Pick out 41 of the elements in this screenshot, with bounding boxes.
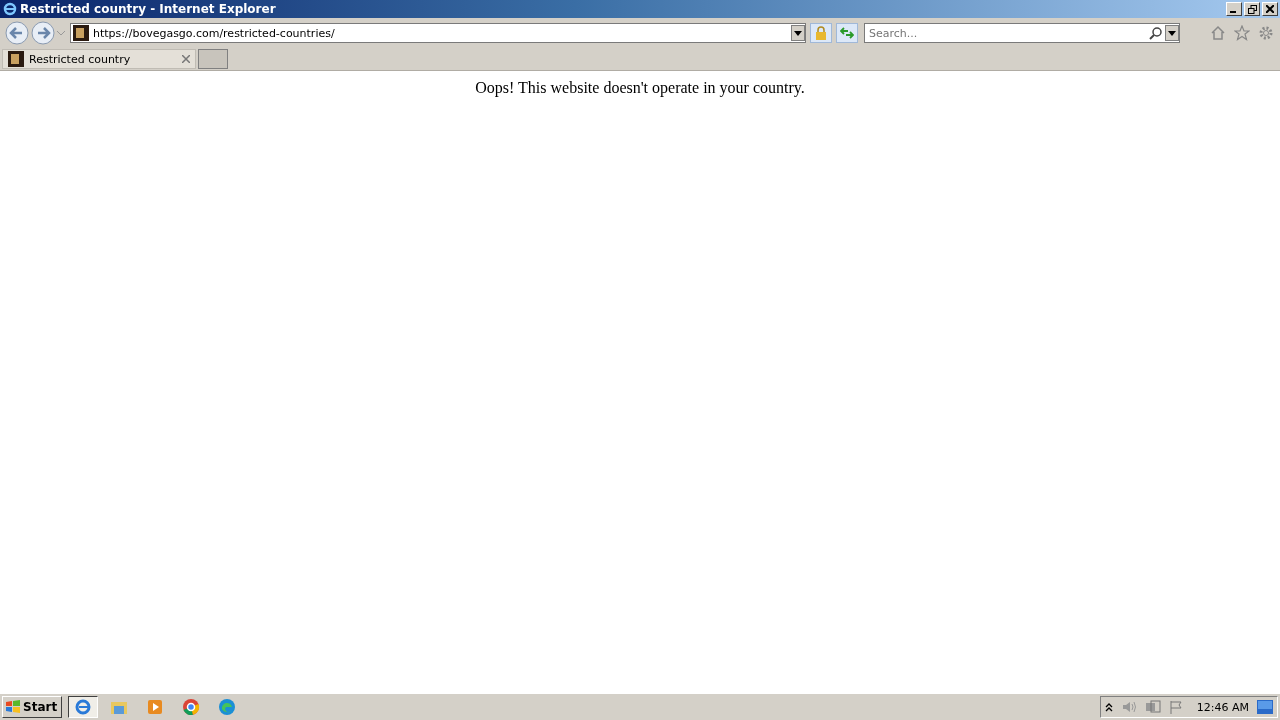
network-icon[interactable] [1144,700,1161,714]
forward-button[interactable] [30,20,56,46]
show-hidden-icons-icon[interactable] [1104,702,1113,712]
refresh-button[interactable] [836,23,858,43]
dropdown-arrow-icon[interactable] [794,30,802,36]
close-icon [1266,5,1274,13]
restore-icon [1247,4,1257,14]
close-tab-icon[interactable] [182,55,190,63]
back-button[interactable] [4,20,30,46]
settings-icon[interactable] [1258,25,1274,41]
chrome-icon [182,698,201,716]
home-icon[interactable] [1210,25,1226,41]
start-button[interactable]: Start [2,696,63,718]
media-player-icon [147,699,164,715]
browser-tab[interactable]: Restricted country [2,49,196,69]
address-bar[interactable]: https://bovegasgo.com/restricted-countries/ [70,23,806,43]
new-tab-button[interactable] [198,49,228,69]
flag-icon[interactable] [1168,700,1183,714]
close-button[interactable] [1262,2,1278,16]
favorites-star-icon[interactable] [1234,25,1250,41]
page-message: Oops! This website doesn't operate in your country. [475,79,805,99]
lock-button[interactable] [810,23,832,43]
search-icon[interactable] [1149,26,1163,40]
search-field[interactable]: Search... [864,23,1180,43]
restore-button[interactable] [1244,2,1260,16]
edge-icon [218,698,237,716]
speaker-icon[interactable] [1120,700,1137,714]
show-desktop-icon[interactable] [1257,700,1273,714]
window-title: Restricted country - Internet Explorer [20,2,277,16]
minimize-button[interactable] [1226,2,1242,16]
padlock-icon [815,26,827,40]
folder-icon [110,699,129,715]
refresh-arrows-icon [840,27,854,39]
dropdown-arrow-icon[interactable] [1168,30,1176,36]
site-favicon-icon [8,51,24,67]
site-favicon-icon [73,25,89,41]
windows-logo-icon [5,700,21,714]
clock[interactable]: 12:46 AM [1196,700,1249,714]
taskbar-app-button[interactable] [68,696,99,718]
internet-explorer-icon [74,698,93,716]
internet-explorer-icon [2,1,18,17]
